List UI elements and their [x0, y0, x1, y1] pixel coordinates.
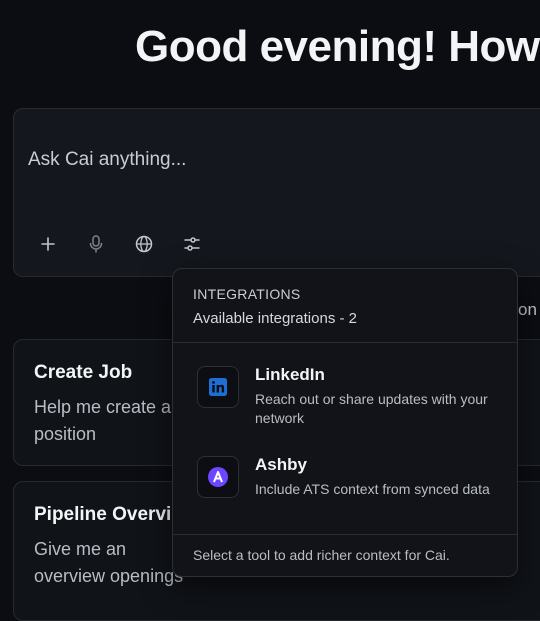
- web-search-button[interactable]: [130, 230, 158, 258]
- sliders-icon: [184, 237, 200, 251]
- linkedin-logo: [197, 366, 239, 408]
- truncated-text: on: [518, 300, 537, 319]
- microphone-icon: [89, 235, 103, 253]
- ashby-icon: [208, 467, 228, 487]
- popover-heading: INTEGRATIONS: [193, 286, 301, 302]
- linkedin-icon: [209, 378, 227, 396]
- add-button[interactable]: [34, 230, 62, 258]
- voice-button[interactable]: [82, 230, 110, 258]
- card-description: Help me create a position: [34, 397, 172, 444]
- integrations-button[interactable]: [178, 230, 206, 258]
- card-description: Give me an overview openings: [34, 539, 184, 586]
- integration-description: Include ATS context from synced data: [255, 481, 490, 497]
- integration-name: LinkedIn: [255, 365, 325, 384]
- ashby-logo: [197, 456, 239, 498]
- integration-ashby[interactable]: Ashby Include ATS context from synced da…: [181, 446, 509, 524]
- integration-linkedin[interactable]: LinkedIn Reach out or share updates with…: [181, 356, 509, 434]
- greeting-heading: Good evening! How: [135, 22, 540, 71]
- popover-header: INTEGRATIONS Available integrations - 2: [173, 269, 517, 343]
- integration-name: Ashby: [255, 455, 307, 474]
- globe-icon: [135, 235, 153, 253]
- chat-input[interactable]: [28, 149, 508, 171]
- popover-footer: Select a tool to add richer context for …: [173, 534, 517, 576]
- integration-description: Reach out or share updates with your net…: [255, 391, 488, 426]
- chat-composer: [13, 108, 540, 277]
- popover-subheading: Available integrations - 2: [193, 310, 357, 327]
- plus-icon: [41, 237, 55, 251]
- popover-footer-text: Select a tool to add richer context for …: [193, 547, 450, 563]
- integrations-popover: INTEGRATIONS Available integrations - 2 …: [172, 268, 518, 577]
